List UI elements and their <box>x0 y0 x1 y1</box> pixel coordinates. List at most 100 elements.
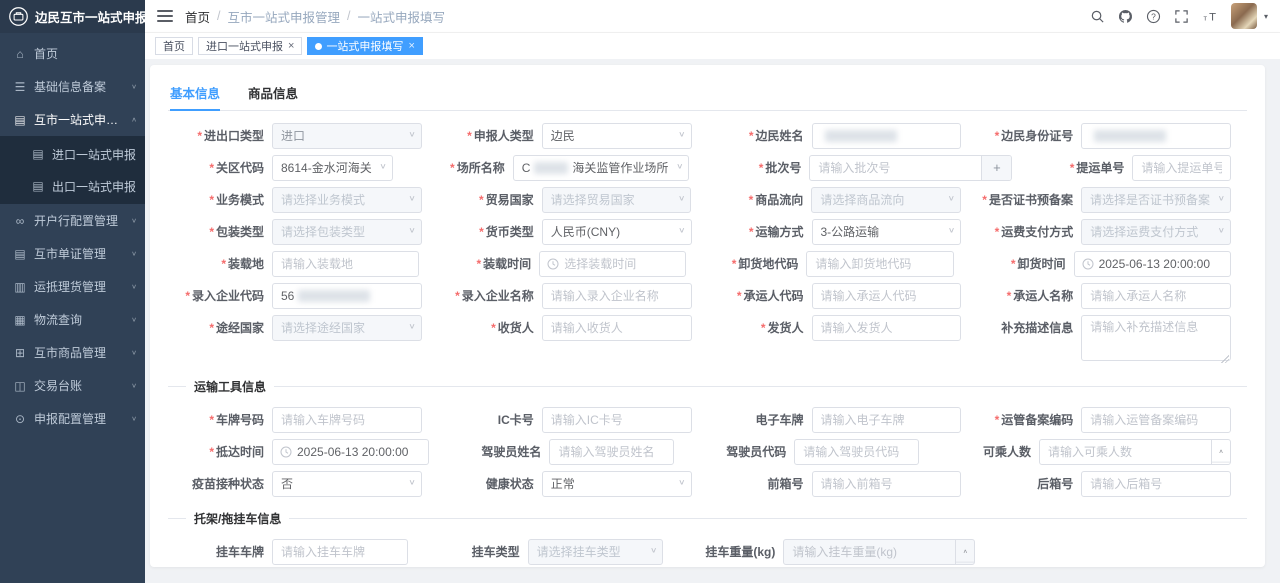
input-carrier-name[interactable] <box>1081 283 1231 309</box>
select-trailer-type[interactable]: 请选择挂车类型∨ <box>528 539 664 565</box>
field-control: 人民币(CNY)∨ <box>542 219 692 245</box>
github-icon[interactable] <box>1118 9 1133 24</box>
input-transport-filing-code[interactable] <box>1081 407 1231 433</box>
select-declarant-type[interactable]: 边民∨ <box>542 123 692 149</box>
input-bill-of-lading-no[interactable] <box>1132 155 1231 181</box>
select-goods-flow[interactable]: 请选择商品流向∨ <box>811 187 961 213</box>
input-ic-card-no[interactable] <box>542 407 692 433</box>
field-label-text: 卸货时间 <box>1018 257 1066 271</box>
sidebar-item-3[interactable]: ∞开户行配置管理∨ <box>0 204 145 237</box>
input-loading-place[interactable] <box>272 251 419 277</box>
input-border-resident-name[interactable] <box>812 123 962 149</box>
required-asterisk: * <box>759 161 764 175</box>
select-freight-payment-method[interactable]: 请选择运费支付方式∨ <box>1081 219 1231 245</box>
datetime-arrival-time[interactable]: 2025-06-13 20:00:00 <box>272 439 429 465</box>
select-import-export-type[interactable]: 进口∨ <box>272 123 422 149</box>
sidebar-item-6[interactable]: ▦物流查询∨ <box>0 303 145 336</box>
input-electronic-plate[interactable] <box>812 407 962 433</box>
select-certificate-filing[interactable]: 请选择是否证书预备案∨ <box>1081 187 1231 213</box>
increase-icon[interactable]: ∧ <box>1212 443 1230 463</box>
input-front-container-no[interactable] <box>812 471 962 497</box>
select-packaging-type[interactable]: 请选择包装类型∨ <box>272 219 422 245</box>
avatar[interactable] <box>1231 3 1257 29</box>
input-driver-code[interactable] <box>794 439 919 465</box>
field-unloading-time: *卸货时间2025-06-13 20:00:00 <box>970 251 1247 278</box>
sidebar-item-1[interactable]: ☰基础信息备案∨ <box>0 70 145 103</box>
breadcrumb-item[interactable]: 首页 <box>185 7 210 26</box>
tab-goods-info[interactable]: 商品信息 <box>248 77 298 110</box>
field-label: *批次号 <box>705 155 809 176</box>
sidebar-item-9[interactable]: ⊙申报配置管理∨ <box>0 402 145 435</box>
tag-0[interactable]: 首页 <box>155 37 193 55</box>
input-consignee[interactable] <box>542 315 692 341</box>
number-stepper[interactable]: ∧∨ <box>1211 440 1230 464</box>
sidebar-item-label: 互市一站式申报管理 <box>34 111 127 128</box>
fullscreen-icon[interactable] <box>1174 9 1189 24</box>
input-border-resident-id[interactable] <box>1081 123 1231 149</box>
textarea-supplementary-info[interactable] <box>1081 315 1231 361</box>
select-trade-country[interactable]: 请选择贸易国家∨ <box>542 187 692 213</box>
sidebar-item-5[interactable]: ▥运抵理货管理∨ <box>0 270 145 303</box>
input-carrier-code[interactable] <box>812 283 962 309</box>
input-consignor[interactable] <box>812 315 962 341</box>
number-stepper[interactable]: ∧∨ <box>955 540 974 564</box>
select-customs-district-code[interactable]: 8614-金水河海关∨ <box>272 155 393 181</box>
sidebar-item-0[interactable]: ⌂首页 <box>0 37 145 70</box>
search-icon[interactable] <box>1090 9 1105 24</box>
caret-down-icon[interactable]: ▾ <box>1264 12 1268 21</box>
ledger-icon: ◫ <box>12 379 28 393</box>
field-venue-name: *场所名称C海关监管作业场所∨ <box>409 155 706 182</box>
sidebar-item-label: 开户行配置管理 <box>34 212 127 229</box>
select-venue-name[interactable]: C海关监管作业场所∨ <box>513 155 690 181</box>
select-vaccination-status[interactable]: 否∨ <box>272 471 422 497</box>
tag-1[interactable]: 进口一站式申报× <box>198 37 302 55</box>
select-business-mode[interactable]: 请选择业务模式∨ <box>272 187 422 213</box>
sidebar-item-7[interactable]: ⊞互市商品管理∨ <box>0 336 145 369</box>
sidebar-subitem-1[interactable]: ▤出口一站式申报 <box>0 170 145 202</box>
input-rear-container-no[interactable] <box>1081 471 1231 497</box>
input-plate-number[interactable] <box>272 407 422 433</box>
input-trailer-weight[interactable] <box>784 540 955 564</box>
input-unloading-place-code[interactable] <box>806 251 953 277</box>
field-control <box>1081 471 1231 497</box>
home-icon: ⌂ <box>12 47 28 61</box>
tag-2[interactable]: 一站式申报填写× <box>307 37 422 55</box>
input-entry-company-code[interactable]: 56 <box>272 283 422 309</box>
sidebar-subitem-0[interactable]: ▤进口一站式申报 <box>0 138 145 170</box>
sidebar-item-4[interactable]: ▤互市单证管理∨ <box>0 237 145 270</box>
input-passenger-capacity[interactable] <box>1040 440 1211 464</box>
select-transit-country[interactable]: 请选择途经国家∨ <box>272 315 422 341</box>
field-label: 挂车类型 <box>424 539 528 560</box>
field-arrival-time: *抵达时间2025-06-13 20:00:00 <box>168 439 445 466</box>
breadcrumb-item[interactable]: 互市一站式申报管理 <box>228 7 341 26</box>
select-value: 8614-金水河海关 <box>281 156 372 180</box>
input-trailer-plate[interactable] <box>272 539 408 565</box>
chevron-up-icon: ∧ <box>131 116 137 123</box>
chevron-down-icon: ∨ <box>131 250 137 257</box>
add-batch-no-button[interactable]: + <box>981 156 1011 180</box>
select-currency-type[interactable]: 人民币(CNY)∨ <box>542 219 692 245</box>
select-transport-mode[interactable]: 3-公路运输∨ <box>812 219 962 245</box>
input-batch-no[interactable] <box>810 156 981 180</box>
required-asterisk: * <box>450 161 455 175</box>
field-driver-name: 驾驶员姓名 <box>445 439 690 466</box>
datetime-unloading-time[interactable]: 2025-06-13 20:00:00 <box>1074 251 1231 277</box>
datetime-loading-time[interactable]: 选择装载时间 <box>539 251 686 277</box>
redacted-value <box>534 162 568 174</box>
sidebar-item-2[interactable]: ▤互市一站式申报管理∧ <box>0 103 145 136</box>
sidebar-item-8[interactable]: ◫交易台账∨ <box>0 369 145 402</box>
collapse-menu-icon[interactable] <box>157 10 173 22</box>
input-entry-company-name[interactable] <box>542 283 692 309</box>
field-label: *提运单号 <box>1028 155 1132 176</box>
field-electronic-plate: 电子车牌 <box>708 407 978 434</box>
required-asterisk: * <box>737 289 742 303</box>
field-control <box>272 251 419 277</box>
select-health-status[interactable]: 正常∨ <box>542 471 692 497</box>
font-size-icon[interactable]: тT <box>1202 9 1218 24</box>
tab-basic-info[interactable]: 基本信息 <box>170 77 220 110</box>
help-icon[interactable]: ? <box>1146 9 1161 24</box>
close-icon[interactable]: × <box>288 41 294 52</box>
increase-icon[interactable]: ∧ <box>956 543 974 563</box>
input-driver-name[interactable] <box>549 439 674 465</box>
close-icon[interactable]: × <box>408 41 414 52</box>
